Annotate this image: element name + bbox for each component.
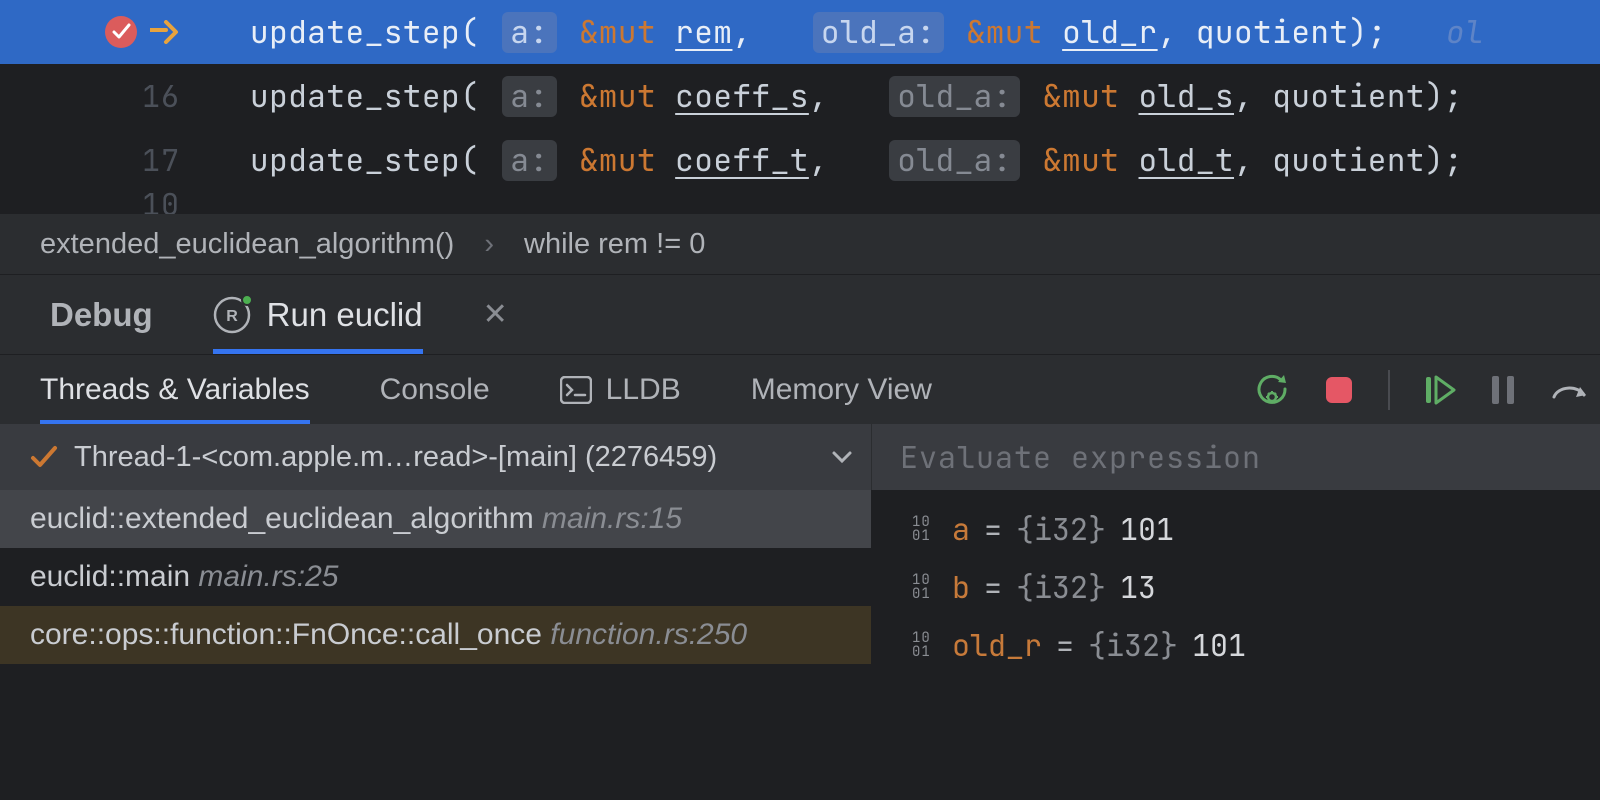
code-line[interactable]: 17 update_step( a: &mut coeff_t, old_a: … [0,128,1600,192]
tab-threads-variables[interactable]: Threads & Variables [40,355,310,424]
separator [1388,370,1390,410]
primitive-icon: 1001 [912,631,938,659]
tab-memory-view[interactable]: Memory View [751,373,932,407]
step-over-icon[interactable] [1550,375,1590,405]
debug-tool-tabs: Threads & Variables Console LLDB Memory … [0,354,1600,424]
stack-frame[interactable]: core::ops::function::FnOnce::call_once f… [0,606,871,664]
terminal-icon [560,376,592,404]
editor-area: update_step( a: &mut rem, old_a: &mut ol… [0,0,1600,214]
thread-selector[interactable]: Thread-1-<com.apple.m…read>-[main] (2276… [0,424,872,490]
gutter [0,0,210,64]
breakpoint-icon[interactable] [104,15,138,49]
debug-panel-tabs: Debug R Run euclid ✕ [0,274,1600,354]
evaluate-expression-input[interactable]: Evaluate expression [872,424,1600,490]
chevron-down-icon [831,450,853,464]
variable-row[interactable]: 1001 a = {i32} 101 [912,500,1600,558]
variable-row[interactable]: 1001 b = {i32} 13 [912,558,1600,616]
breadcrumb-item[interactable]: extended_euclidean_algorithm() [40,228,454,261]
pause-icon[interactable] [1490,374,1516,406]
rust-icon: R [213,296,251,334]
variables-list: 1001 a = {i32} 101 1001 b = {i32} 13 100… [872,490,1600,700]
code-text[interactable]: update_step( a: &mut rem, old_a: &mut ol… [210,12,1600,53]
breadcrumb[interactable]: extended_euclidean_algorithm() › while r… [0,214,1600,274]
breadcrumb-item[interactable]: while rem != 0 [524,228,705,261]
tab-run-config[interactable]: R Run euclid [213,275,423,354]
stop-icon[interactable] [1324,375,1354,405]
stack-frame[interactable]: euclid::main main.rs:25 [0,548,871,606]
chevron-right-icon: › [484,228,494,261]
line-number: 16 [142,76,180,116]
tab-lldb[interactable]: LLDB [560,373,681,407]
code-line[interactable]: 16 update_step( a: &mut coeff_s, old_a: … [0,64,1600,128]
rerun-debug-icon[interactable] [1254,372,1290,408]
code-line: 10 [0,192,1600,214]
close-icon[interactable]: ✕ [483,297,508,332]
stack-frame[interactable]: euclid::extended_euclidean_algorithm mai… [0,490,871,548]
execution-pointer-icon [150,20,180,44]
primitive-icon: 1001 [912,515,938,543]
tab-debug[interactable]: Debug [50,275,153,354]
code-line-current[interactable]: update_step( a: &mut rem, old_a: &mut ol… [0,0,1600,64]
tab-console[interactable]: Console [380,373,490,407]
svg-text:R: R [226,308,238,325]
primitive-icon: 1001 [912,573,938,601]
check-icon [30,445,58,469]
line-number: 17 [142,140,180,180]
frames-list: euclid::extended_euclidean_algorithm mai… [0,490,872,700]
resume-icon[interactable] [1424,373,1456,407]
variable-row[interactable]: 1001 old_r = {i32} 101 [912,616,1600,674]
